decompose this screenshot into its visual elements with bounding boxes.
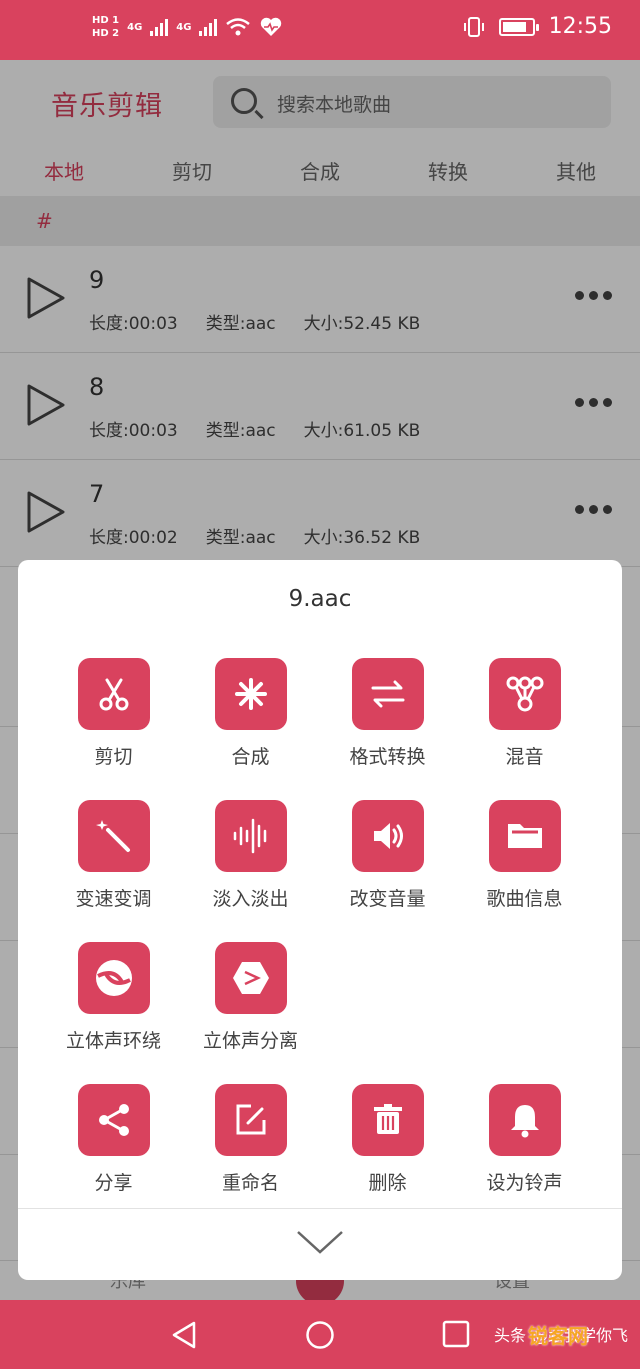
action-label: 剪切 bbox=[94, 746, 133, 768]
mix-nodes-icon bbox=[488, 658, 561, 730]
speaker-icon bbox=[351, 800, 424, 872]
magic-wand-icon bbox=[77, 800, 150, 872]
back-icon[interactable] bbox=[170, 1320, 198, 1350]
action-label: 歌曲信息 bbox=[486, 888, 563, 910]
net2-label: 4G bbox=[176, 21, 192, 33]
system-nav-bar: 头条 @跟我学你飞 锐客网 bbox=[0, 1300, 640, 1369]
action-song-info[interactable]: 歌曲信息 bbox=[456, 800, 593, 911]
action-label: 格式转换 bbox=[349, 746, 426, 768]
action-rename[interactable]: 重命名 bbox=[182, 1084, 319, 1195]
action-label: 混音 bbox=[505, 746, 544, 768]
wifi-icon bbox=[226, 18, 251, 36]
action-stereo-surround[interactable]: 立体声环绕 bbox=[45, 942, 182, 1053]
surround-icon bbox=[77, 942, 150, 1014]
watermark-logo-wrap: 锐客网 bbox=[528, 1320, 588, 1349]
waveform-icon bbox=[214, 800, 287, 872]
signal-icon bbox=[150, 18, 169, 36]
action-label: 变速变调 bbox=[75, 888, 152, 910]
action-label: 改变音量 bbox=[349, 888, 426, 910]
action-label: 设为铃声 bbox=[486, 1172, 563, 1194]
status-bar: HD 1 HD 2 4G 4G 12:55 bbox=[0, 0, 640, 60]
action-stereo-split[interactable]: 立体声分离 bbox=[182, 942, 319, 1053]
trash-icon bbox=[351, 1084, 424, 1156]
action-fade[interactable]: 淡入淡出 bbox=[182, 800, 319, 911]
status-right: 12:55 bbox=[463, 14, 612, 39]
edit-icon bbox=[214, 1084, 287, 1156]
clock: 12:55 bbox=[548, 14, 612, 39]
asterisk-icon bbox=[214, 658, 287, 730]
signal-icon-2 bbox=[199, 18, 218, 36]
bell-icon bbox=[488, 1084, 561, 1156]
action-label: 立体声环绕 bbox=[65, 1030, 161, 1052]
swap-arrows-icon bbox=[351, 658, 424, 730]
action-mix[interactable]: 混音 bbox=[456, 658, 593, 769]
home-icon[interactable] bbox=[305, 1320, 335, 1350]
action-share[interactable]: 分享 bbox=[45, 1084, 182, 1195]
action-label: 淡入淡出 bbox=[212, 888, 289, 910]
action-convert[interactable]: 格式转换 bbox=[319, 658, 456, 769]
action-label: 分享 bbox=[94, 1172, 133, 1194]
sheet-title: 9.aac bbox=[288, 586, 352, 612]
chevron-down-icon[interactable] bbox=[296, 1228, 344, 1258]
status-left: HD 1 HD 2 4G 4G bbox=[92, 14, 283, 40]
battery-icon bbox=[498, 17, 539, 36]
hd1-indicator: HD 1 bbox=[92, 15, 120, 26]
action-label: 重命名 bbox=[221, 1172, 279, 1194]
action-delete[interactable]: 删除 bbox=[319, 1084, 456, 1195]
action-sheet: 9.aac 剪切 合成 格式转换 混音 变速变调 淡入淡出 改变音量 歌曲信息 … bbox=[18, 560, 622, 1280]
action-speed-pitch[interactable]: 变速变调 bbox=[45, 800, 182, 911]
action-volume[interactable]: 改变音量 bbox=[319, 800, 456, 911]
recents-icon[interactable] bbox=[442, 1320, 470, 1348]
share-icon bbox=[77, 1084, 150, 1156]
vibrate-icon bbox=[463, 16, 484, 37]
action-label: 删除 bbox=[368, 1172, 407, 1194]
action-cut[interactable]: 剪切 bbox=[45, 658, 182, 769]
split-box-icon bbox=[214, 942, 287, 1014]
sheet-divider bbox=[18, 1208, 622, 1209]
action-merge[interactable]: 合成 bbox=[182, 658, 319, 769]
folder-icon bbox=[488, 800, 561, 872]
action-label: 立体声分离 bbox=[202, 1030, 298, 1052]
hd2-indicator: HD 2 bbox=[92, 28, 120, 39]
action-set-ringtone[interactable]: 设为铃声 bbox=[456, 1084, 593, 1195]
scissors-icon bbox=[77, 658, 150, 730]
watermark-logo: 锐客网 bbox=[528, 1324, 588, 1348]
action-label: 合成 bbox=[231, 746, 270, 768]
watermark-prefix: 头条 bbox=[493, 1326, 526, 1345]
health-heart-icon bbox=[261, 17, 282, 36]
net1-label: 4G bbox=[127, 21, 143, 33]
